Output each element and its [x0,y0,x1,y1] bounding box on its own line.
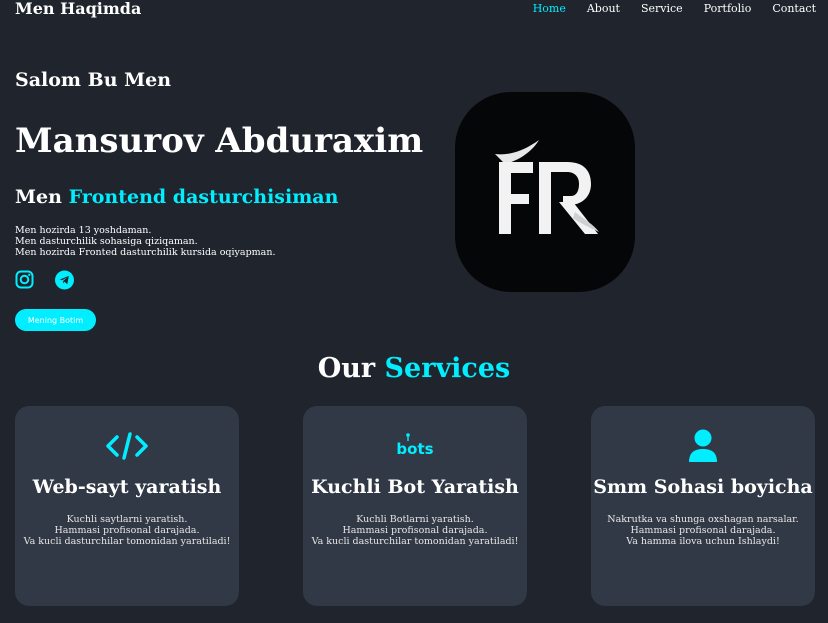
desc-line: Va hamma ilova uchun Ishlaydi! [626,536,780,547]
service-card-web: Web-sayt yaratish Kuchli saytlarni yarat… [15,406,239,606]
desc-line: Hammasi profisonal darajada. [54,525,200,536]
telegram-icon[interactable] [55,270,74,289]
nav-portfolio[interactable]: Portfolio [704,2,752,15]
service-title: Kuchli Bot Yaratish [311,476,519,498]
service-description: Kuchli saytlarni yaratish. Hammasi profi… [15,514,239,547]
bio-line: Men dasturchilik sohasiga qiziqaman. [15,236,198,247]
nav-about[interactable]: About [587,2,620,15]
main-nav: Home About Service Portfolio Contact [512,2,816,15]
desc-line: Hammasi profisonal darajada. [342,525,488,536]
service-title: Smm Sohasi boyicha [593,476,813,498]
desc-line: Kuchli saytlarni yaratish. [66,514,188,525]
role-highlight: Frontend dasturchisiman [68,186,339,208]
title-highlight: Services [384,353,511,384]
services-title: Our Services [0,353,828,384]
desc-line: Va kucli dasturchilar tomonidan yaratila… [23,536,231,547]
service-description: Kuchli Botlarni yaratish. Hammasi profis… [303,514,527,547]
role-prefix: Men [15,186,62,208]
title-prefix: Our [317,353,376,384]
code-icon [15,428,239,464]
bio-line: Men hozirda Fronted dasturchilik kursida… [15,247,276,258]
desc-line: Va kucli dasturchilar tomonidan yaratila… [311,536,519,547]
service-card-smm: Smm Sohasi boyicha Nakrutka va shunga ox… [591,406,815,606]
desc-line: Kuchli Botlarni yaratish. [356,514,474,525]
desc-line: Nakrutka va shunga oxshagan narsalar. [607,514,799,525]
user-icon [591,428,815,464]
service-description: Nakrutka va shunga oxshagan narsalar. Ha… [591,514,815,547]
hero-greeting: Salom Bu Men [15,69,172,91]
service-title: Web-sayt yaratish [32,476,222,498]
site-logo[interactable]: Men Haqimda [15,0,141,18]
nav-home[interactable]: Home [533,2,566,15]
hero-logo-image [455,92,635,292]
desc-line: Hammasi profisonal darajada. [630,525,776,536]
header: Men Haqimda Home About Service Portfolio… [0,0,828,20]
bots-icon: bots [303,428,527,464]
bots-icon-text: bots [396,440,433,458]
nav-contact[interactable]: Contact [772,2,816,15]
social-links [15,270,74,289]
nav-service[interactable]: Service [641,2,683,15]
hero-role: Men Frontend dasturchisiman [15,186,338,208]
service-card-bot: bots Kuchli Bot Yaratish Kuchli Botlarni… [303,406,527,606]
hero-bio: Men hozirda 13 yoshdaman. Men dasturchil… [15,225,275,258]
bio-line: Men hozirda 13 yoshdaman. [15,225,152,236]
my-bot-button[interactable]: Mening Botim [15,309,96,331]
instagram-icon[interactable] [15,270,34,289]
hero-name: Mansurov Abduraxim [15,121,424,161]
